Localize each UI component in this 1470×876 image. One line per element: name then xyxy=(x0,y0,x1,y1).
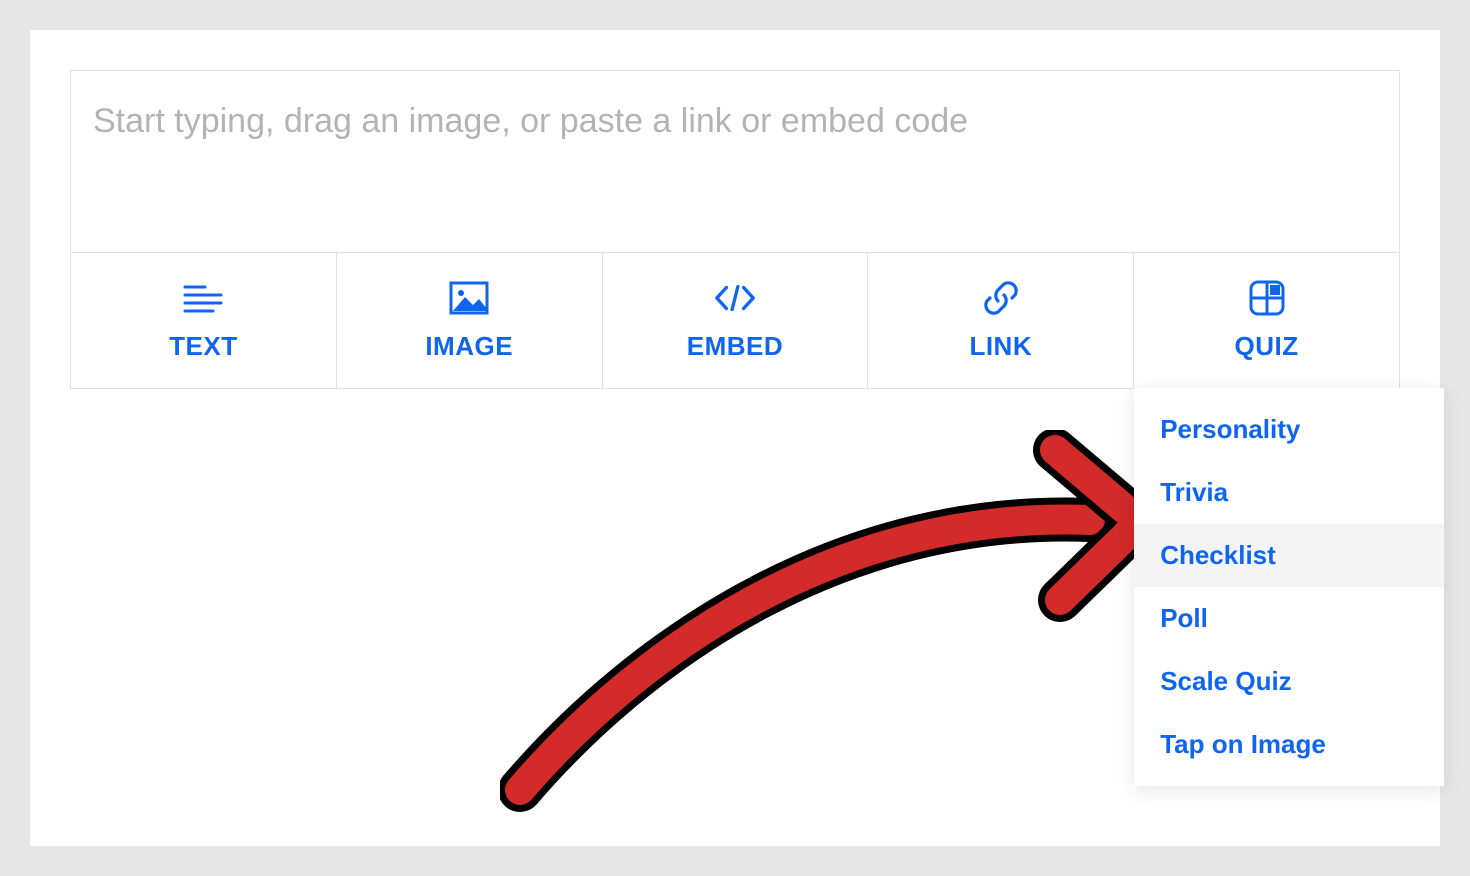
embed-icon xyxy=(713,279,757,317)
tab-embed[interactable]: EMBED xyxy=(603,253,869,388)
tab-text-label: TEXT xyxy=(169,331,237,362)
link-icon xyxy=(979,279,1023,317)
tab-link[interactable]: LINK xyxy=(868,253,1134,388)
quiz-option-personality[interactable]: Personality xyxy=(1134,398,1444,461)
annotation-arrow xyxy=(500,430,1180,850)
content-input[interactable] xyxy=(71,71,1399,247)
tab-quiz[interactable]: QUIZ PersonalityTriviaChecklistPollScale… xyxy=(1134,253,1399,388)
text-icon xyxy=(181,279,225,317)
tab-text[interactable]: TEXT xyxy=(71,253,337,388)
tab-image[interactable]: IMAGE xyxy=(337,253,603,388)
tab-quiz-label: QUIZ xyxy=(1235,331,1299,362)
quiz-option-poll[interactable]: Poll xyxy=(1134,587,1444,650)
editor-block: TEXT IMAGE xyxy=(70,70,1400,389)
tab-link-label: LINK xyxy=(969,331,1032,362)
quiz-dropdown: PersonalityTriviaChecklistPollScale Quiz… xyxy=(1134,388,1444,786)
quiz-icon xyxy=(1245,279,1289,317)
image-icon xyxy=(447,279,491,317)
content-type-tabs: TEXT IMAGE xyxy=(71,252,1399,388)
tab-image-label: IMAGE xyxy=(425,331,513,362)
quiz-option-checklist[interactable]: Checklist xyxy=(1134,524,1444,587)
editor-panel: TEXT IMAGE xyxy=(30,30,1440,846)
tab-embed-label: EMBED xyxy=(687,331,783,362)
quiz-option-trivia[interactable]: Trivia xyxy=(1134,461,1444,524)
quiz-option-scale-quiz[interactable]: Scale Quiz xyxy=(1134,650,1444,713)
quiz-option-tap-on-image[interactable]: Tap on Image xyxy=(1134,713,1444,776)
